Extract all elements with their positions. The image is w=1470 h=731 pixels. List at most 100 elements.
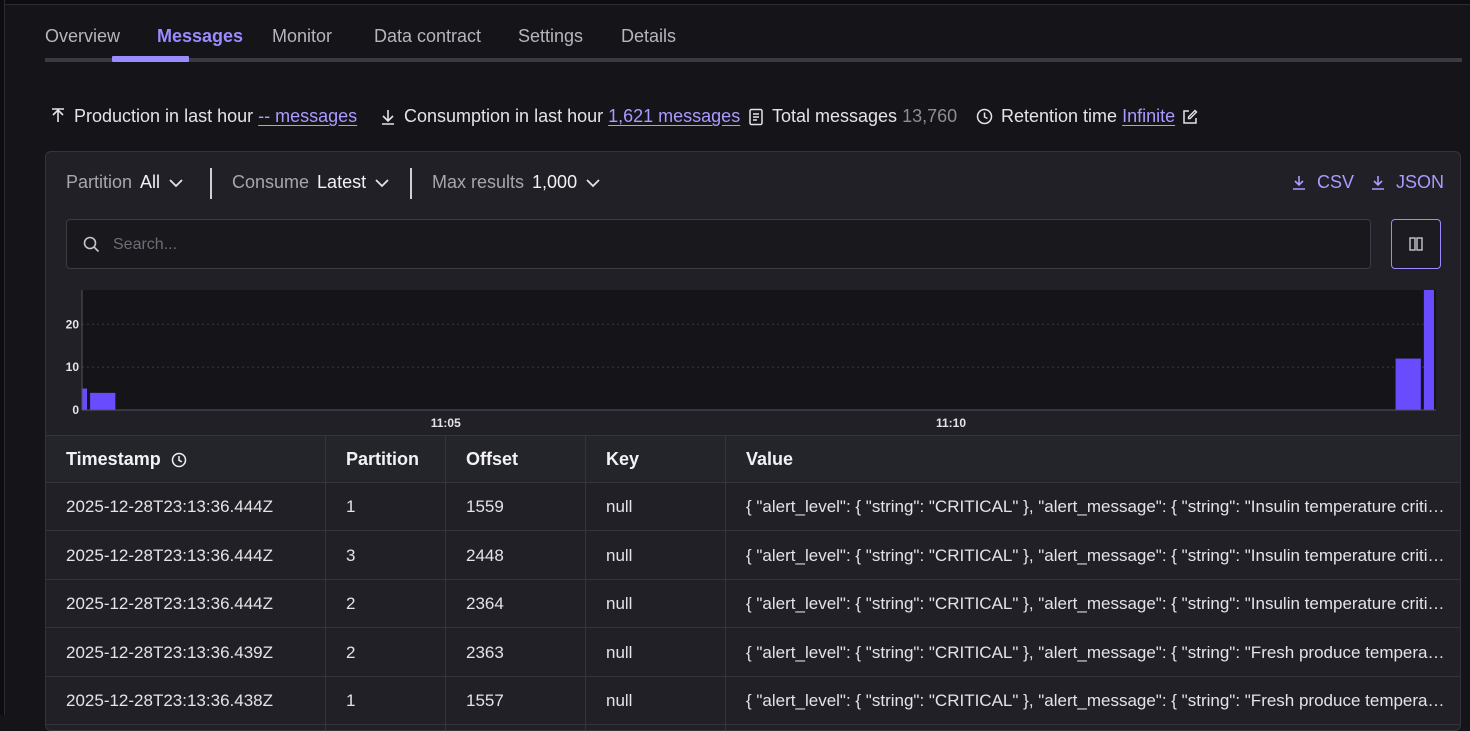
cell-value: { "alert_level": { "string": "CRITICAL" … — [746, 691, 1446, 710]
production-label: Production in last hour — [74, 106, 254, 126]
download-json-label: JSON — [1396, 172, 1445, 192]
consume-filter-label: Consume — [232, 172, 310, 192]
cell-partition: 1 — [346, 691, 356, 710]
tab-settings[interactable]: Settings — [518, 26, 583, 60]
partition-filter-label: Partition — [66, 172, 133, 192]
total-messages-value: 13,760 — [902, 106, 958, 126]
table-row[interactable]: 2025-12-28T23:13:36.439Z 2 2363 null { "aler… — [46, 629, 1460, 677]
cell-value: { "alert_level": { "string": "CRITICAL" … — [746, 594, 1446, 613]
chevron-down-icon — [169, 178, 183, 187]
tab-monitor[interactable]: Monitor — [272, 26, 332, 60]
table-row[interactable]: 2025-12-28T23:13:36.438Z 1 1557 null { "aler… — [46, 677, 1460, 725]
max-results-filter[interactable]: Max results 1,000 — [432, 172, 601, 193]
column-header-timestamp[interactable]: Timestamp — [66, 436, 187, 483]
chart-y-tick-label: 20 — [66, 317, 80, 331]
cell-offset: 2364 — [466, 594, 504, 613]
tab-details[interactable]: Details — [621, 26, 676, 60]
column-header-partition[interactable]: Partition — [346, 436, 419, 483]
message-histogram: 20 10 0 11:05 11:10 — [66, 290, 1436, 430]
production-value-link[interactable]: -- messages — [258, 106, 357, 127]
download-icon — [382, 109, 394, 125]
max-results-label: Max results — [432, 172, 525, 192]
retention-label: Retention time — [1001, 106, 1118, 126]
tab-messages[interactable]: Messages — [157, 26, 243, 60]
table-row[interactable]: 2025-12-28T23:13:36.444Z 1 1559 null { "aler… — [46, 483, 1460, 531]
cell-key: null — [606, 594, 633, 613]
download-icon — [1372, 176, 1384, 190]
chart-x-tick-label: 11:05 — [431, 416, 461, 430]
cell-key: null — [606, 642, 633, 662]
clock-icon — [976, 108, 993, 125]
filter-divider — [210, 168, 212, 199]
chart-y-tick-label: 10 — [66, 360, 80, 374]
search-input[interactable] — [111, 232, 1355, 258]
tab-bar: Overview Messages Monitor Data contract … — [45, 20, 1462, 62]
max-results-value: 1,000 — [532, 172, 578, 192]
table-row[interactable]: 2025-12-28T23:13:36.444Z 3 2448 null { "aler… — [46, 532, 1460, 580]
retention-value-link[interactable]: Infinite — [1122, 106, 1175, 127]
download-csv-label: CSV — [1317, 172, 1355, 192]
cell-key: null — [606, 497, 633, 516]
columns-toggle-button[interactable] — [1391, 219, 1441, 269]
search-icon — [83, 236, 100, 253]
search-box — [66, 219, 1371, 269]
consumption-stat: Consumption in last hour 1,621 messages — [380, 106, 740, 127]
messages-panel: Partition All Consume Latest Max results… — [45, 151, 1461, 731]
consumption-value-link[interactable]: 1,621 messages — [608, 106, 740, 127]
clock-icon[interactable] — [171, 452, 187, 468]
total-messages-label: Total messages — [772, 106, 898, 126]
consumption-label: Consumption in last hour — [404, 106, 604, 126]
consume-filter-value: Latest — [317, 172, 367, 192]
chart-x-tick-label: 11:10 — [936, 416, 966, 430]
cell-offset: 1557 — [466, 691, 504, 710]
consume-filter[interactable]: Consume Latest — [232, 172, 390, 193]
columns-icon — [1409, 237, 1423, 251]
column-header-offset[interactable]: Offset — [466, 436, 518, 483]
topic-stats: Production in last hour -- messages Cons… — [0, 106, 1470, 132]
download-json-button[interactable]: JSON — [1370, 172, 1444, 193]
chart-plot-area — [82, 290, 1436, 410]
cell-partition: 2 — [346, 594, 356, 613]
cell-value: { "alert_level": { "string": "CRITICAL" … — [746, 545, 1446, 565]
partition-filter[interactable]: Partition All — [66, 172, 184, 193]
filter-divider — [410, 168, 412, 199]
active-tab-indicator — [112, 56, 189, 62]
column-divider — [325, 435, 326, 730]
upload-icon — [52, 107, 64, 122]
cell-partition: 3 — [346, 545, 356, 565]
cell-timestamp: 2025-12-28T23:13:36.444Z — [66, 545, 273, 565]
window-frame-top — [0, 0, 1470, 5]
cell-timestamp: 2025-12-28T23:13:36.438Z — [66, 691, 273, 710]
cell-key: null — [606, 545, 633, 565]
document-icon — [749, 108, 763, 125]
total-messages-stat: Total messages 13,760 — [748, 106, 957, 127]
chart-bar[interactable] — [1423, 290, 1434, 410]
cell-partition: 1 — [346, 497, 356, 516]
chart-bar[interactable] — [82, 388, 88, 410]
cell-partition: 2 — [346, 642, 356, 662]
column-header-value[interactable]: Value — [746, 436, 793, 483]
download-csv-button[interactable]: CSV — [1291, 172, 1354, 193]
edit-icon[interactable] — [1182, 109, 1198, 125]
chevron-down-icon — [586, 178, 600, 187]
cell-offset: 2448 — [466, 545, 504, 565]
cell-value: { "alert_level": { "string": "CRITICAL" … — [746, 642, 1446, 662]
column-divider — [585, 435, 586, 730]
column-divider — [445, 435, 446, 730]
column-divider — [725, 435, 726, 730]
table-row[interactable]: 2025-12-28T23:13:36.444Z 2 2364 null { "aler… — [46, 580, 1460, 628]
column-header-key[interactable]: Key — [606, 436, 639, 483]
cell-timestamp: 2025-12-28T23:13:36.444Z — [66, 497, 273, 516]
chart-y-tick-label: 0 — [72, 403, 79, 417]
cell-value: { "alert_level": { "string": "CRITICAL" … — [746, 497, 1446, 516]
cell-offset: 1559 — [466, 497, 504, 516]
messages-table-header: Timestamp Partition Offset Key Value — [46, 435, 1460, 483]
cell-timestamp: 2025-12-28T23:13:36.439Z — [66, 642, 273, 662]
tab-overview[interactable]: Overview — [45, 26, 120, 60]
chart-bar[interactable] — [1395, 358, 1421, 410]
tab-data-contract[interactable]: Data contract — [374, 26, 481, 60]
chart-bar[interactable] — [90, 392, 116, 410]
partition-filter-value: All — [140, 172, 161, 192]
cell-key: null — [606, 691, 633, 710]
cell-offset: 2363 — [466, 642, 504, 662]
